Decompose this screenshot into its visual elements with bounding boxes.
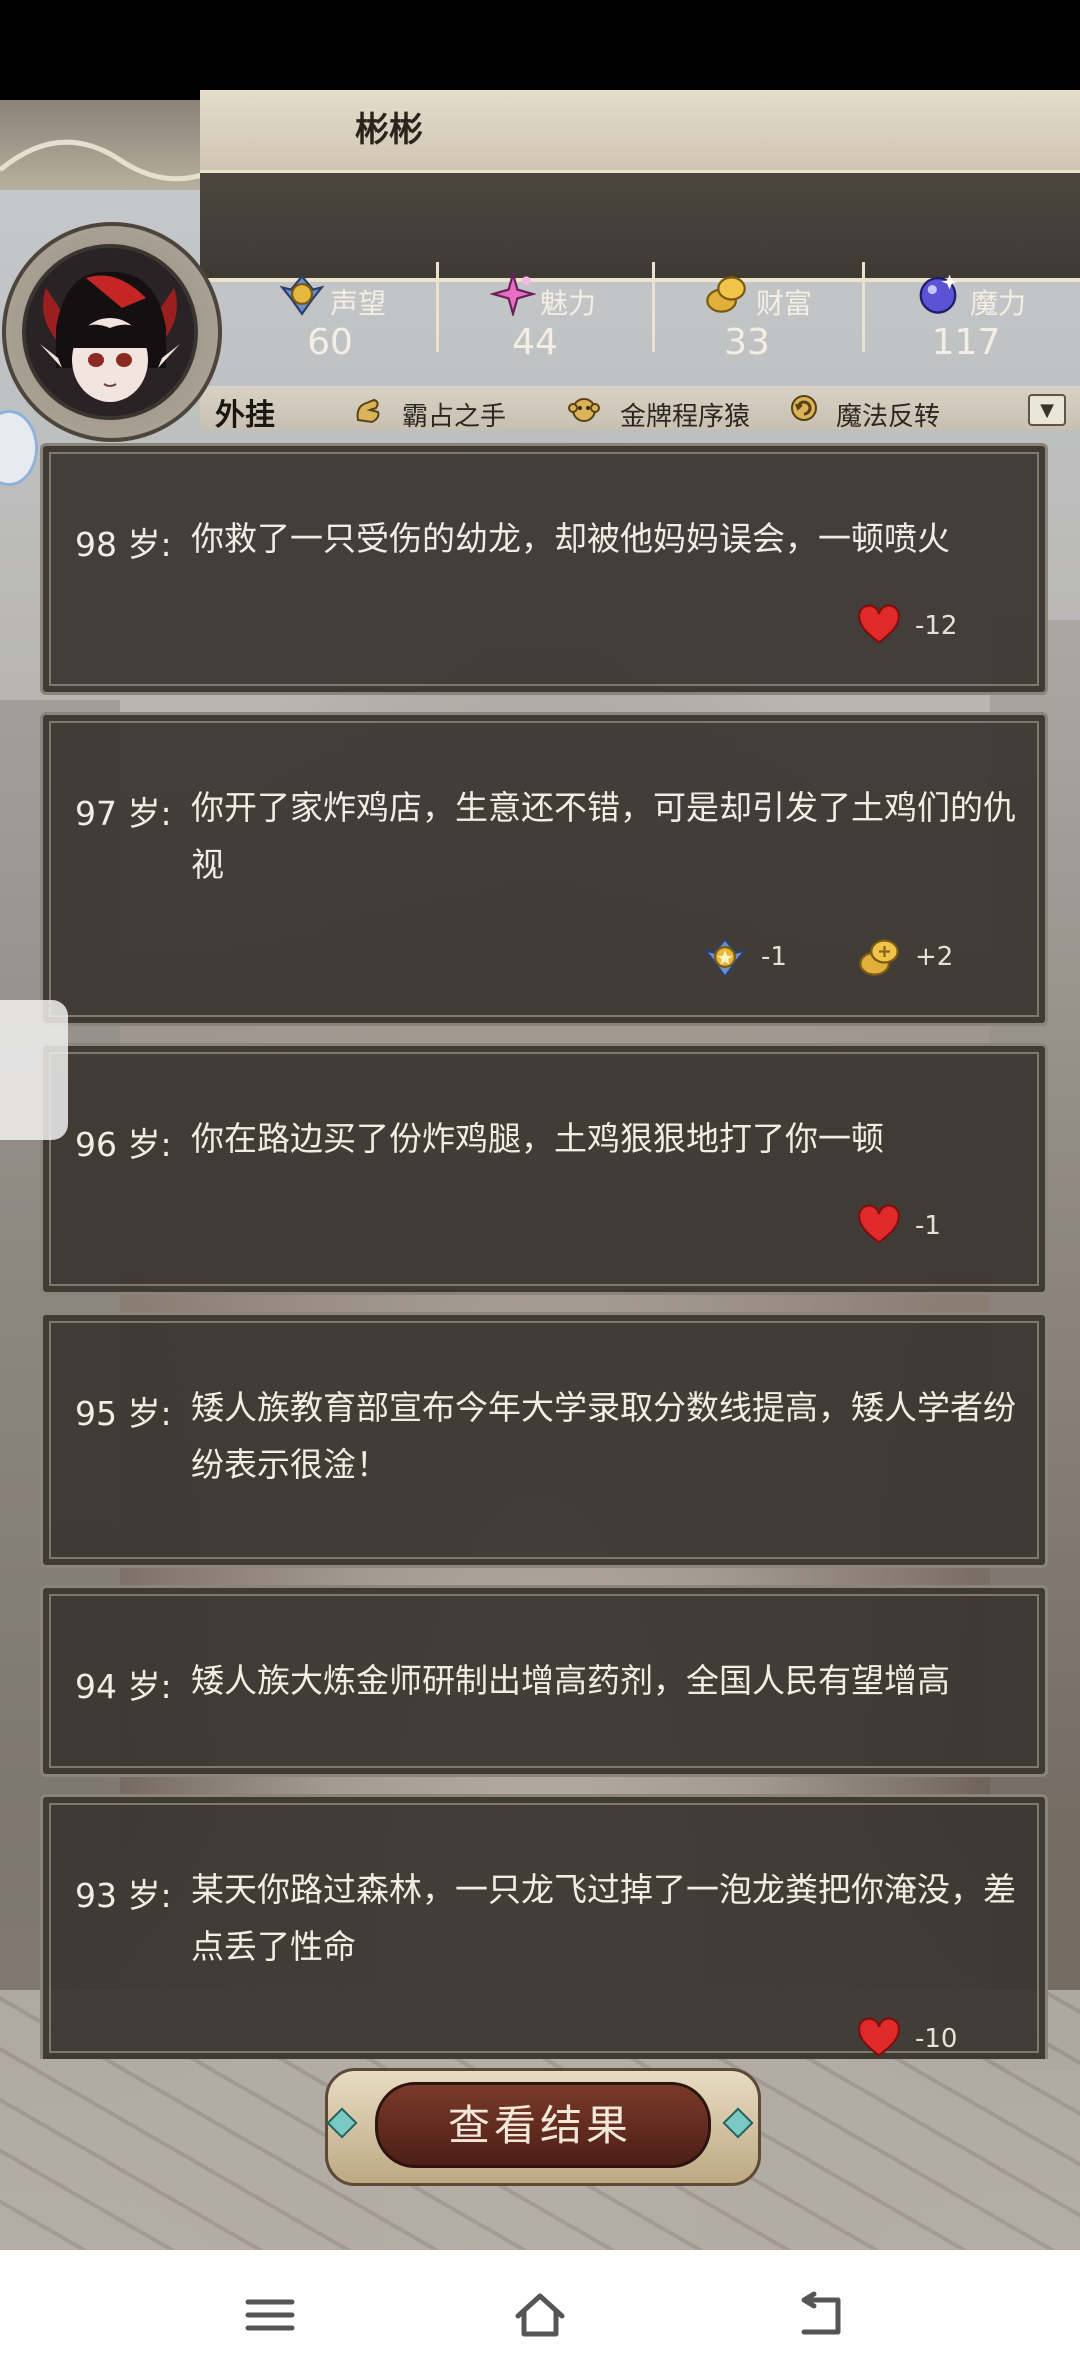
heart-icon (858, 604, 900, 644)
event-age: 95 岁: (75, 1394, 172, 1433)
event-text: 你开了家炸鸡店，生意还不错，可是却引发了土鸡们的仇视 (191, 788, 1016, 884)
name-bar (200, 90, 1080, 173)
cheat-item[interactable]: 霸占之手 (402, 396, 506, 433)
attribute-value: 44 (512, 322, 558, 363)
cheat-title: 外挂 (215, 398, 275, 433)
charm-sparkle-icon (490, 272, 536, 316)
effect-value: -1 (915, 1211, 941, 1241)
event-age: 94 岁: (75, 1667, 172, 1706)
side-tab[interactable] (0, 1000, 68, 1140)
effect-value: +2 (915, 942, 954, 972)
cheat-item[interactable]: 金牌程序猿 (620, 396, 750, 433)
monkey-icon (568, 398, 600, 422)
event-effect: -1 (857, 1204, 941, 1248)
character-portrait-icon (26, 248, 194, 416)
menu-icon[interactable] (240, 2290, 300, 2340)
event-text: 某天你路过森林，一只龙飞过掉了一泡龙粪把你淹没，差点丢了性命 (191, 1870, 1016, 1966)
event-age: 96 岁: (75, 1125, 172, 1164)
view-result-button[interactable]: 查看结果 (325, 2068, 761, 2186)
reputation-badge-icon (703, 937, 747, 979)
event-card: 96 岁: 你在路边买了份炸鸡腿，土鸡狠狠地打了你一顿 -1 (40, 1043, 1048, 1295)
event-age: 98 岁: (75, 525, 172, 564)
magic-orb-icon (919, 274, 958, 314)
event-text: 矮人族教育部宣布今年大学录取分数线提高，矮人学者纷纷表示很淦！ (191, 1388, 1016, 1484)
attribute-bar (200, 170, 1080, 282)
event-card: 98 岁: 你救了一只受伤的幼龙，却被他妈妈误会，一顿喷火 -12 (40, 443, 1048, 695)
grab-hand-icon (356, 398, 380, 424)
system-nav-bar (0, 2250, 1080, 2376)
event-card: 94 岁: 矮人族大炼金师研制出增高药剂，全国人民有望增高 (40, 1585, 1048, 1777)
attribute-value: 60 (307, 322, 353, 363)
heart-icon (858, 2017, 900, 2057)
attribute-reputation: 声望 60 (280, 270, 400, 375)
attribute-label: 声望 (330, 287, 387, 320)
attribute-wealth: 财富 33 (702, 270, 822, 375)
attribute-value: 33 (724, 322, 770, 363)
attribute-label: 魔力 (970, 287, 1027, 320)
event-text: 你在路边买了份炸鸡腿，土鸡狠狠地打了你一顿 (191, 1119, 884, 1158)
event-age: 93 岁: (75, 1876, 172, 1915)
chevron-down-icon: ▼ (1040, 399, 1054, 421)
event-card: 95 岁: 矮人族教育部宣布今年大学录取分数线提高，矮人学者纷纷表示很淦！ (40, 1312, 1048, 1568)
event-age: 97 岁: (75, 794, 172, 833)
reputation-badge-icon (280, 274, 324, 316)
event-effect: +2 (857, 935, 953, 979)
attribute-value: 117 (931, 322, 1001, 363)
event-card: 97 岁: 你开了家炸鸡店，生意还不错，可是却引发了土鸡们的仇视 -1 +2 (40, 712, 1048, 1026)
event-text: 你救了一只受伤的幼龙，却被他妈妈误会，一顿喷火 (191, 519, 950, 558)
attribute-label: 魅力 (540, 287, 597, 320)
event-card: 93 岁: 某天你路过森林，一只龙飞过掉了一泡龙粪把你淹没，差点丢了性命 -10 (40, 1794, 1048, 2059)
effect-value: -12 (915, 611, 958, 641)
event-text: 矮人族大炼金师研制出增高药剂，全国人民有望增高 (191, 1661, 950, 1700)
attribute-charm: 魅力 44 (490, 270, 610, 375)
gold-coins-icon (706, 276, 746, 313)
event-effect: -10 (857, 2017, 957, 2061)
attribute-label: 财富 (756, 287, 813, 320)
view-result-label: 查看结果 (447, 2101, 632, 2150)
event-effect: -1 (703, 935, 787, 979)
status-bar (0, 0, 1080, 100)
cheat-item[interactable]: 魔法反转 (836, 396, 940, 433)
home-icon[interactable] (510, 2290, 570, 2340)
effect-value: -10 (915, 2024, 958, 2054)
event-effect: -12 (857, 604, 957, 648)
gold-coins-icon (859, 939, 899, 976)
attribute-magic: 魔力 117 (914, 270, 1054, 375)
avatar[interactable] (22, 244, 198, 420)
back-icon[interactable] (790, 2290, 850, 2340)
magic-reverse-icon (791, 395, 817, 421)
heart-icon (858, 1204, 900, 1244)
effect-value: -1 (761, 942, 787, 972)
cheats-dropdown-button[interactable]: ▼ (1028, 394, 1066, 426)
player-name: 彬彬 (355, 110, 423, 150)
